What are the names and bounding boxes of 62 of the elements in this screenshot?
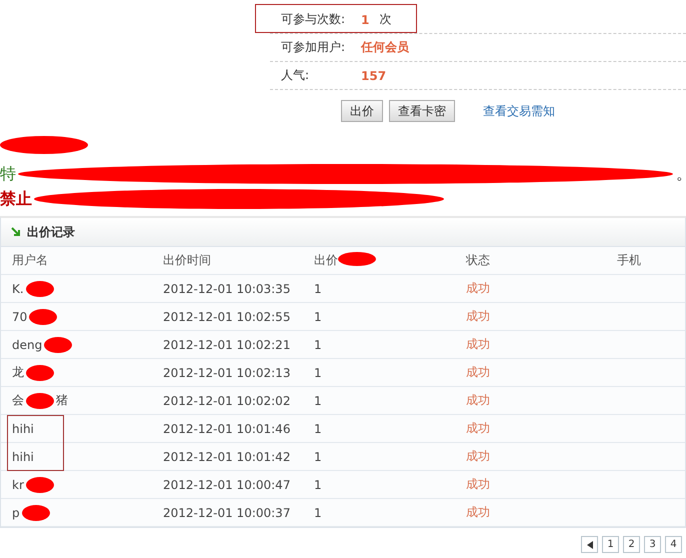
time-cell: 2012-12-01 10:02:55 xyxy=(163,310,290,324)
username-cell: kr xyxy=(12,478,24,492)
username-cell: 会 xyxy=(12,392,24,409)
page-button[interactable]: 3 xyxy=(644,536,661,553)
time-cell: 2012-12-01 10:00:47 xyxy=(163,478,290,492)
arrow-icon xyxy=(11,227,21,237)
bid-cell: 1 xyxy=(314,478,322,492)
username-cell: p xyxy=(12,506,20,520)
page-button[interactable]: 4 xyxy=(665,536,682,553)
notice-text: 特 xyxy=(0,164,16,185)
status-cell: 成功 xyxy=(466,280,490,297)
info-label: 可参加用户: xyxy=(281,39,346,56)
username-cell: deng xyxy=(12,338,42,352)
action-button[interactable]: 出价 xyxy=(341,100,383,122)
notice-text: 。 xyxy=(676,164,686,185)
column-header: 出价 xyxy=(314,252,338,269)
info-value: 157 xyxy=(361,68,386,82)
bid-cell: 1 xyxy=(314,338,322,352)
info-value: 任何会员 xyxy=(361,39,409,56)
unit-label: 次 xyxy=(379,11,392,28)
panel-title: 出价记录 xyxy=(27,224,75,240)
time-cell: 2012-12-01 10:02:21 xyxy=(163,338,290,352)
page-button[interactable]: 2 xyxy=(623,536,640,553)
time-cell: 2012-12-01 10:01:46 xyxy=(163,422,290,436)
page-button[interactable]: 1 xyxy=(602,536,619,553)
time-cell: 2012-12-01 10:02:13 xyxy=(163,366,290,380)
status-cell: 成功 xyxy=(466,336,490,353)
username-cell: 龙 xyxy=(12,364,24,381)
status-cell: 成功 xyxy=(466,308,490,325)
username-cell: 猪 xyxy=(56,392,68,409)
column-header: 手机 xyxy=(617,252,641,269)
info-value: 1 xyxy=(361,12,370,26)
action-button[interactable]: 查看卡密 xyxy=(389,100,455,122)
status-cell: 成功 xyxy=(466,420,490,437)
notice-link[interactable]: 查看交易需知 xyxy=(483,102,555,120)
username-cell: hihi xyxy=(12,450,34,464)
bid-cell: 1 xyxy=(314,310,322,324)
column-header: 用户名 xyxy=(12,252,48,269)
bid-cell: 1 xyxy=(314,506,322,520)
time-cell: 2012-12-01 10:00:37 xyxy=(163,506,290,520)
bid-cell: 1 xyxy=(314,282,322,296)
bid-cell: 1 xyxy=(314,394,322,408)
time-cell: 2012-12-01 10:02:02 xyxy=(163,394,290,408)
bid-cell: 1 xyxy=(314,450,322,464)
status-cell: 成功 xyxy=(466,392,490,409)
bid-cell: 1 xyxy=(314,422,322,436)
previous-page-icon[interactable] xyxy=(581,536,598,553)
status-cell: 成功 xyxy=(466,476,490,493)
bid-cell: 1 xyxy=(314,366,322,380)
username-cell: hihi xyxy=(12,422,34,436)
status-cell: 成功 xyxy=(466,504,490,521)
time-cell: 2012-12-01 10:03:35 xyxy=(163,282,290,296)
column-header: 状态 xyxy=(466,252,490,269)
column-header: 出价时间 xyxy=(163,252,211,269)
status-cell: 成功 xyxy=(466,448,490,465)
notice-text: 禁止 xyxy=(0,189,32,210)
time-cell: 2012-12-01 10:01:42 xyxy=(163,450,290,464)
info-label: 可参与次数: xyxy=(281,11,346,28)
info-label: 人气: xyxy=(281,67,310,84)
username-cell: K. xyxy=(12,282,24,296)
username-cell: 70 xyxy=(12,310,28,324)
status-cell: 成功 xyxy=(466,364,490,381)
